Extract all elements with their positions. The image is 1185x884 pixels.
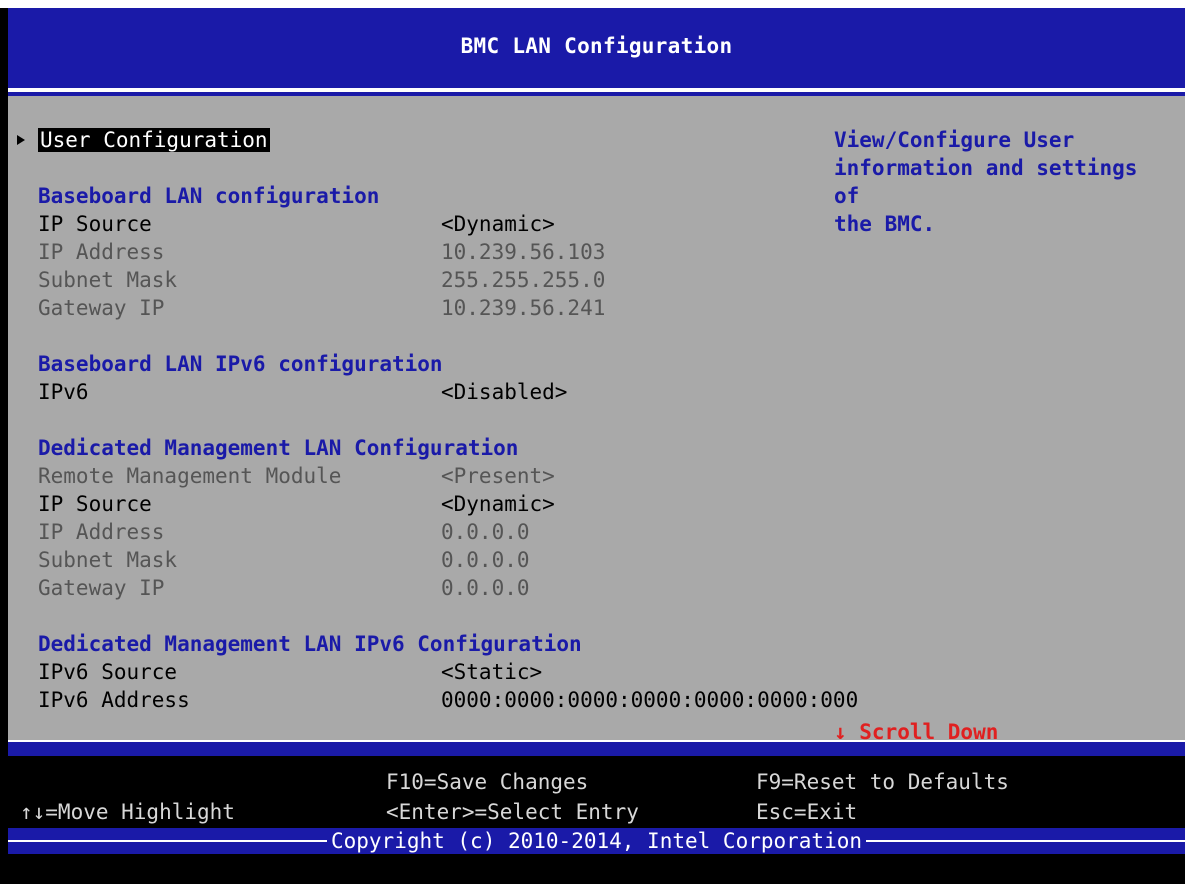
help-text: View/Configure User information and sett… [834,126,1174,238]
baseboard-ip-address-label: IP Address [38,240,165,264]
key-hint-exit: Esc=Exit [756,800,858,824]
key-help-footer: F10=Save Changes F9=Reset to Defaults ↑↓… [8,756,1185,828]
settings-panel: User Configuration Baseboard LAN configu… [8,92,1185,744]
baseboard-ipv6-label[interactable]: IPv6 [38,378,89,406]
baseboard-subnet-mask-label: Subnet Mask [38,268,178,292]
key-hint-select: <Enter>=Select Entry [386,800,639,824]
baseboard-gateway-value: 10.239.56.241 [441,296,606,320]
dedicated-ipv6-source-value[interactable]: <Static> [441,658,542,686]
baseboard-ip-address-value: 10.239.56.103 [441,240,606,264]
rmm-label: Remote Management Module [38,464,342,488]
baseboard-ipv6-value[interactable]: <Disabled> [441,378,567,406]
key-hint-save: F10=Save Changes [386,770,589,794]
dedicated-ipv6-source-label[interactable]: IPv6 Source [38,658,177,686]
section-heading-dedicated-ipv6: Dedicated Management LAN IPv6 Configurat… [38,632,582,656]
baseboard-gateway-label: Gateway IP [38,296,165,320]
section-heading-baseboard-lan: Baseboard LAN configuration [38,184,380,208]
copyright-text-wrap: Copyright (c) 2010-2014, Intel Corporati… [8,827,1185,855]
page-title: BMC LAN Configuration [460,34,733,58]
baseboard-subnet-mask-value: 255.255.255.0 [441,268,606,292]
dedicated-subnet-mask-label: Subnet Mask [38,548,178,572]
bottom-border [0,854,1185,884]
key-hint-reset: F9=Reset to Defaults [756,770,1009,794]
help-line: information and settings of [834,156,1138,208]
menu-item-user-configuration[interactable]: User Configuration [38,126,270,154]
dedicated-ip-source-value[interactable]: <Dynamic> [441,490,555,518]
key-hint-move: ↑↓=Move Highlight [20,800,235,824]
copyright-text: Copyright (c) 2010-2014, Intel Corporati… [326,829,866,853]
rmm-value: <Present> [441,464,555,488]
dedicated-gateway-value: 0.0.0.0 [441,576,530,600]
footer-divider [8,740,1185,756]
dedicated-ip-address-label: IP Address [38,520,165,544]
section-heading-dedicated-lan: Dedicated Management LAN Configuration [38,436,519,460]
dedicated-subnet-mask-value: 0.0.0.0 [441,548,530,572]
section-heading-baseboard-ipv6: Baseboard LAN IPv6 configuration [38,352,443,376]
copyright-bar: Copyright (c) 2010-2014, Intel Corporati… [8,828,1185,854]
top-frame [0,0,1185,8]
submenu-arrow-icon [17,135,25,145]
baseboard-ip-source-label[interactable]: IP Source [38,210,152,238]
help-line: the BMC. [834,212,936,236]
menu-item-label: User Configuration [38,128,270,152]
dedicated-ipv6-address-label[interactable]: IPv6 Address [38,686,190,714]
dedicated-gateway-label: Gateway IP [38,576,165,600]
baseboard-ip-source-value[interactable]: <Dynamic> [441,210,555,238]
dedicated-ipv6-address-value[interactable]: 0000:0000:0000:0000:0000:0000:000 [441,686,858,714]
dedicated-ip-address-value: 0.0.0.0 [441,520,530,544]
help-line: View/Configure User [834,128,1075,152]
dedicated-ip-source-label[interactable]: IP Source [38,490,152,518]
title-bar: BMC LAN Configuration [8,8,1185,92]
